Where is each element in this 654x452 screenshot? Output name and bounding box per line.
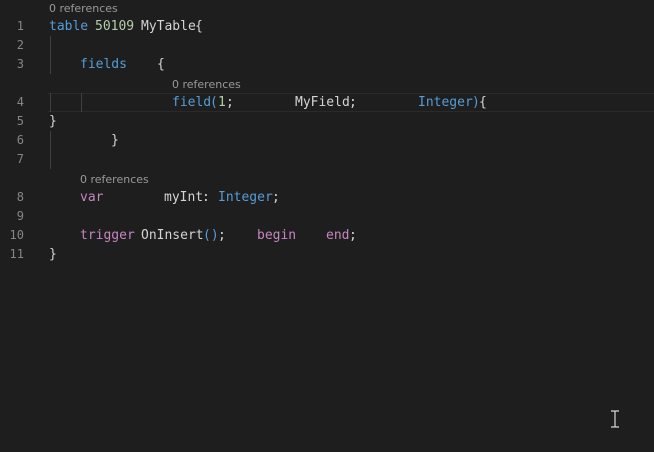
identifier: MyField bbox=[295, 95, 350, 110]
keyword: field bbox=[172, 95, 212, 110]
code-line-5: } bbox=[0, 112, 57, 131]
separator: : bbox=[202, 190, 210, 205]
keyword: fields bbox=[80, 57, 127, 72]
code-line-6: } bbox=[0, 131, 119, 150]
identifier: myInt bbox=[164, 190, 204, 205]
keyword: table bbox=[49, 19, 89, 34]
type-name: Integer bbox=[218, 190, 273, 205]
text-cursor-icon bbox=[610, 410, 620, 428]
code-line-3: fields { bbox=[0, 55, 165, 74]
keyword: end bbox=[326, 228, 350, 243]
brace: { bbox=[479, 95, 487, 110]
codelens-references[interactable]: 0 references bbox=[49, 1, 118, 17]
brace: } bbox=[49, 114, 57, 129]
code-line-8: var myInt : Integer ; bbox=[0, 188, 280, 207]
number-literal: 50109 bbox=[95, 19, 135, 34]
number-literal: 1 bbox=[218, 95, 226, 110]
keyword: var bbox=[80, 190, 104, 205]
brace: { bbox=[157, 57, 165, 72]
separator: ; bbox=[218, 228, 226, 243]
codelens-references[interactable]: 0 references bbox=[80, 172, 149, 188]
type-name: Integer bbox=[418, 95, 473, 110]
paren: () bbox=[203, 228, 219, 243]
code-line-1: table 50109 MyTable { bbox=[0, 17, 203, 36]
separator: ; bbox=[349, 95, 357, 110]
identifier: OnInsert bbox=[141, 228, 204, 243]
keyword: begin bbox=[257, 228, 297, 243]
code-editor[interactable]: 1 2 3 4 5 6 7 8 9 10 11 0 references tab… bbox=[0, 0, 654, 452]
separator: ; bbox=[272, 190, 280, 205]
code-area[interactable]: 0 references table 50109 MyTable { field… bbox=[0, 0, 654, 452]
identifier: MyTable bbox=[141, 19, 196, 34]
code-line-11: } bbox=[0, 245, 57, 264]
brace: } bbox=[49, 247, 57, 262]
code-line-10: trigger OnInsert () ; begin end ; bbox=[0, 226, 357, 245]
brace: } bbox=[111, 133, 119, 148]
paren: ( bbox=[210, 95, 218, 110]
separator: ; bbox=[349, 228, 357, 243]
code-line-4: field ( 1 ; MyField ; Integer ) { bbox=[0, 93, 487, 112]
keyword: trigger bbox=[80, 228, 135, 243]
brace: { bbox=[195, 19, 203, 34]
separator: ; bbox=[226, 95, 234, 110]
codelens-references[interactable]: 0 references bbox=[172, 77, 241, 93]
